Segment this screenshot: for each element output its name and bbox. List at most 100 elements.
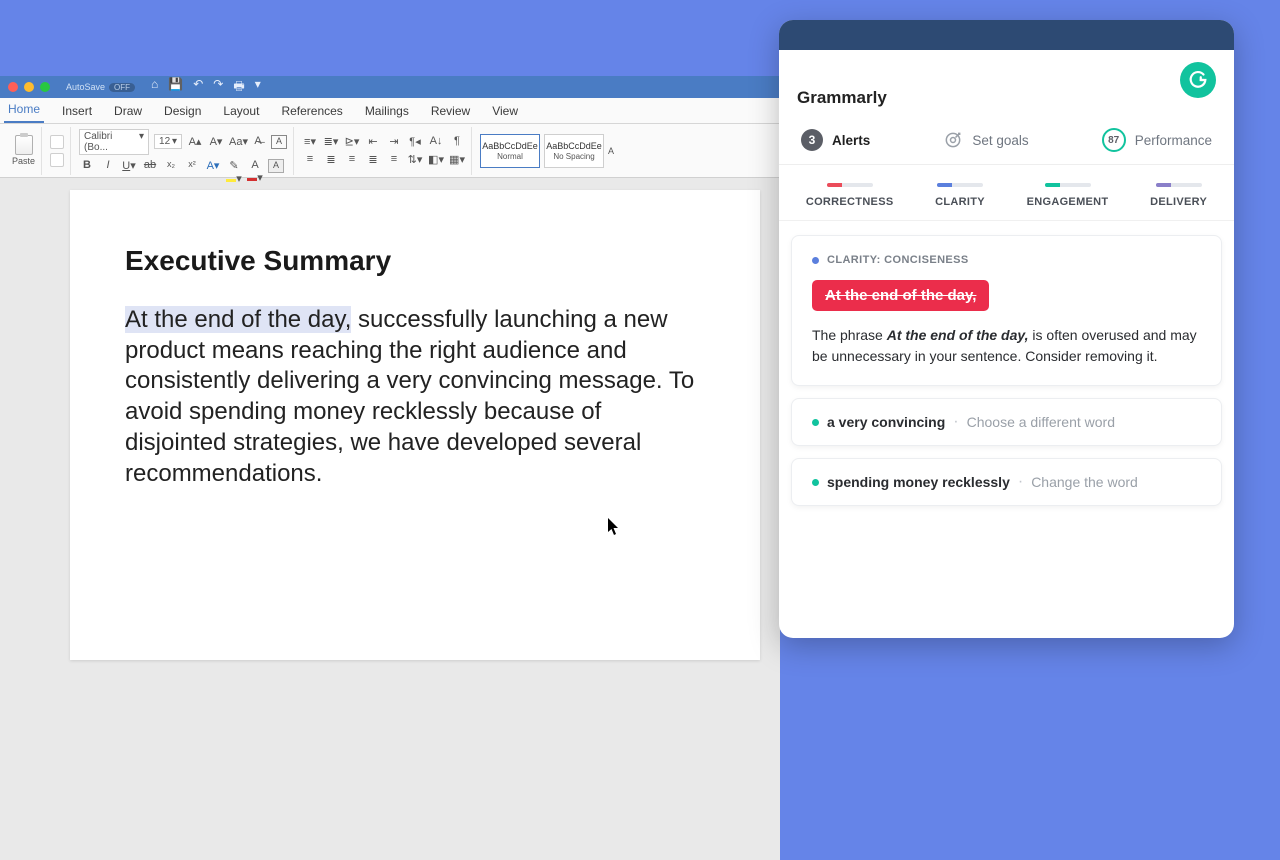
- doc-body[interactable]: At the end of the day, successfully laun…: [125, 305, 705, 489]
- undo-icon[interactable]: ↶: [193, 77, 203, 98]
- remove-phrase-chip[interactable]: At the end of the day,: [812, 280, 989, 311]
- home-icon[interactable]: ⌂: [151, 77, 158, 98]
- paste-label: Paste: [12, 156, 35, 166]
- minimize-window-icon[interactable]: [24, 82, 34, 92]
- doc-title: Executive Summary: [125, 245, 705, 277]
- outdent-icon[interactable]: ⇤: [365, 135, 381, 149]
- goals-icon: [943, 130, 963, 150]
- tab-design[interactable]: Design: [160, 99, 205, 123]
- tab-performance[interactable]: 87 Performance: [1102, 128, 1212, 152]
- perf-label: Performance: [1135, 133, 1212, 148]
- font-name-select[interactable]: Calibri (Bo...▾: [79, 129, 149, 155]
- paragraph-group: ≡▾ ≣▾ ⊵▾ ⇤ ⇥ ¶◂ A↓ ¶ ≡ ≣ ≡ ≣ ≡ ⇅▾ ◧▾ ▦▾: [296, 127, 472, 175]
- engagement-dot-icon: [812, 479, 819, 486]
- numbering-icon[interactable]: ≣▾: [323, 135, 339, 149]
- tab-alerts[interactable]: 3 Alerts: [801, 128, 870, 152]
- engagement-bar-icon: [1045, 183, 1091, 187]
- justify-icon[interactable]: ≣: [365, 153, 381, 167]
- italic-icon[interactable]: I: [100, 159, 116, 173]
- autosave-state: OFF: [109, 83, 135, 92]
- subscript-icon[interactable]: x₂: [163, 159, 179, 173]
- align-left-icon[interactable]: ≡: [302, 153, 318, 167]
- paste-button[interactable]: Paste: [12, 135, 35, 166]
- line-spacing-icon[interactable]: ⇅▾: [407, 153, 423, 167]
- indent-icon[interactable]: ⇥: [386, 135, 402, 149]
- tab-home[interactable]: Home: [4, 97, 44, 123]
- clear-format-icon[interactable]: A̶: [250, 135, 266, 149]
- distribute-icon[interactable]: ≡: [386, 153, 402, 167]
- clarity-dot-icon: [812, 257, 819, 264]
- cat-delivery[interactable]: DELIVERY: [1150, 183, 1207, 208]
- bold-icon[interactable]: B: [79, 159, 95, 173]
- tab-mailings[interactable]: Mailings: [361, 99, 413, 123]
- grammarly-panel: Grammarly 3 Alerts Set goals 87 Performa…: [779, 20, 1234, 638]
- flagged-text: a very convincing: [827, 414, 945, 430]
- char-border-icon[interactable]: A: [271, 135, 287, 149]
- superscript-icon[interactable]: x²: [184, 159, 200, 173]
- font-size-select[interactable]: 12▾: [154, 134, 182, 149]
- cut-icon[interactable]: [50, 135, 64, 149]
- ltr-icon[interactable]: ¶◂: [407, 135, 423, 149]
- card-category-tag: CLARITY: CONCISENESS: [812, 254, 1201, 266]
- panel-tabs: 3 Alerts Set goals 87 Performance: [779, 114, 1234, 165]
- autosave-toggle[interactable]: AutoSave OFF: [66, 82, 135, 92]
- tab-review[interactable]: Review: [427, 99, 474, 123]
- align-right-icon[interactable]: ≡: [344, 153, 360, 167]
- multilevel-icon[interactable]: ⊵▾: [344, 135, 360, 149]
- cat-correctness[interactable]: CORRECTNESS: [806, 183, 894, 208]
- tab-goals[interactable]: Set goals: [943, 128, 1028, 152]
- sort-icon[interactable]: A↓: [428, 135, 444, 149]
- cat-clarity[interactable]: CLARITY: [935, 183, 985, 208]
- align-center-icon[interactable]: ≣: [323, 153, 339, 167]
- text-effects-icon[interactable]: A▾: [205, 159, 221, 173]
- qat-dropdown-icon[interactable]: ▾: [255, 77, 261, 98]
- flagged-text: spending money recklessly: [827, 474, 1010, 490]
- document-page[interactable]: Executive Summary At the end of the day,…: [70, 190, 760, 660]
- strike-icon[interactable]: ab: [142, 159, 158, 173]
- char-shading-icon[interactable]: A: [268, 159, 284, 173]
- highlight-icon[interactable]: ✎▾: [226, 159, 242, 173]
- maximize-window-icon[interactable]: [40, 82, 50, 92]
- suggestion-card[interactable]: spending money recklessly · Change the w…: [791, 458, 1222, 506]
- highlighted-text: At the end of the day,: [125, 306, 351, 333]
- grow-font-icon[interactable]: A▴: [187, 135, 203, 149]
- styles-more-icon[interactable]: A: [608, 146, 614, 156]
- suggestions-list: CLARITY: CONCISENESS At the end of the d…: [779, 221, 1234, 520]
- underline-icon[interactable]: U▾: [121, 159, 137, 173]
- tab-layout[interactable]: Layout: [219, 99, 263, 123]
- ribbon: Paste Calibri (Bo...▾ 12▾ A▴ A▾ Aa▾ A̶ A…: [0, 124, 780, 178]
- show-marks-icon[interactable]: ¶: [449, 135, 465, 149]
- alerts-count-badge: 3: [801, 129, 823, 151]
- window-titlebar: AutoSave OFF ⌂ 💾 ↶ ↷ 🖶 ▾: [0, 76, 780, 98]
- close-window-icon[interactable]: [8, 82, 18, 92]
- font-color-icon[interactable]: A▾: [247, 159, 263, 173]
- paste-icon: [15, 135, 33, 155]
- tab-draw[interactable]: Draw: [110, 99, 146, 123]
- cat-engagement[interactable]: ENGAGEMENT: [1027, 183, 1109, 208]
- shrink-font-icon[interactable]: A▾: [208, 135, 224, 149]
- copy-icon[interactable]: [50, 153, 64, 167]
- category-bar: CORRECTNESS CLARITY ENGAGEMENT DELIVERY: [779, 165, 1234, 221]
- alerts-label: Alerts: [832, 133, 870, 148]
- suggestion-card[interactable]: a very convincing · Choose a different w…: [791, 398, 1222, 446]
- change-case-icon[interactable]: Aa▾: [229, 135, 245, 149]
- style-no-spacing[interactable]: AaBbCcDdEe No Spacing: [544, 134, 604, 168]
- body-text: successfully launching a new product mea…: [125, 306, 694, 487]
- tab-view[interactable]: View: [488, 99, 522, 123]
- word-window: AutoSave OFF ⌂ 💾 ↶ ↷ 🖶 ▾ Home Insert Dra…: [0, 76, 780, 860]
- bullets-icon[interactable]: ≡▾: [302, 135, 318, 149]
- tab-insert[interactable]: Insert: [58, 99, 96, 123]
- tab-references[interactable]: References: [277, 99, 346, 123]
- shading-icon[interactable]: ◧▾: [428, 153, 444, 167]
- goals-label: Set goals: [972, 133, 1028, 148]
- style-normal[interactable]: AaBbCcDdEe Normal: [480, 134, 540, 168]
- save-icon[interactable]: 💾: [168, 77, 183, 98]
- separator-icon: ·: [953, 413, 958, 431]
- panel-topbar: [779, 20, 1234, 50]
- styles-group: AaBbCcDdEe Normal AaBbCcDdEe No Spacing …: [474, 127, 620, 175]
- suggestion-card[interactable]: CLARITY: CONCISENESS At the end of the d…: [791, 235, 1222, 386]
- print-icon[interactable]: 🖶: [233, 77, 244, 98]
- engagement-dot-icon: [812, 419, 819, 426]
- borders-icon[interactable]: ▦▾: [449, 153, 465, 167]
- redo-icon[interactable]: ↷: [213, 77, 223, 98]
